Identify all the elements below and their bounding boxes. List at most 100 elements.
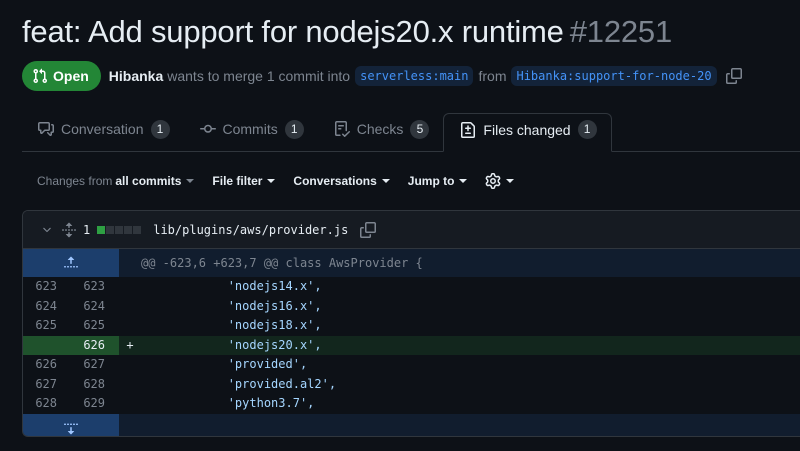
pr-title-text: feat: Add support for nodejs20.x runtime: [22, 14, 564, 49]
line-content: 'provided',: [141, 357, 308, 371]
tab-files-changed[interactable]: Files changed 1: [443, 113, 612, 152]
line-content: 'nodejs18.x',: [141, 318, 322, 332]
diff-sign: [119, 316, 141, 336]
tab-commits-label: Commits: [222, 121, 278, 137]
file-path[interactable]: lib/plugins/aws/provider.js: [153, 223, 348, 237]
new-line-number[interactable]: 625: [71, 316, 119, 336]
new-line-number[interactable]: 627: [71, 355, 119, 375]
old-line-number[interactable]: 626: [23, 355, 71, 375]
pr-tabs: Conversation 1 Commits 1 Checks 5 Files …: [22, 113, 800, 152]
diff-line: 624 624 'nodejs16.x',: [23, 297, 800, 317]
head-branch[interactable]: Hibanka:support-for-node-20: [511, 66, 717, 86]
caret-down-icon: [506, 179, 515, 183]
new-line-number[interactable]: 628: [71, 375, 119, 395]
old-line-number[interactable]: 627: [23, 375, 71, 395]
tab-checks-label: Checks: [356, 121, 404, 137]
new-line-number[interactable]: 624: [71, 297, 119, 317]
changes-from-prefix: Changes from: [37, 174, 113, 188]
tab-checks-count: 5: [410, 119, 430, 139]
diff-line-added: 626 + 'nodejs20.x',: [23, 335, 800, 355]
diff-sign: [119, 277, 141, 297]
old-line-number[interactable]: [23, 335, 71, 355]
status-label: Open: [53, 68, 89, 84]
jump-to-dropdown[interactable]: Jump to: [408, 174, 468, 188]
diff-line: 623 623 'nodejs14.x',: [23, 277, 800, 297]
diff-sign: [119, 394, 141, 414]
line-content: 'nodejs14.x',: [141, 279, 322, 293]
pr-title: feat: Add support for nodejs20.x runtime…: [22, 14, 672, 50]
gear-icon: [486, 173, 501, 189]
changes-from-value: all commits: [115, 174, 182, 188]
old-line-number[interactable]: 624: [23, 297, 71, 317]
caret-down-icon: [186, 179, 195, 183]
copy-icon: [725, 68, 742, 84]
diff-toolbar: Changes from all commits File filter Con…: [37, 170, 515, 192]
diffstat-neutral-block: [133, 225, 142, 234]
file-filter-dropdown[interactable]: File filter: [212, 174, 276, 188]
diff-settings-button[interactable]: [485, 173, 515, 189]
diff-sign: +: [126, 337, 134, 352]
diff-code: @@ -623,6 +623,7 @@ class AwsProvider { …: [23, 249, 800, 436]
changes-from-dropdown[interactable]: Changes from all commits: [37, 174, 195, 188]
diff-line: 625 625 'nodejs18.x',: [23, 316, 800, 336]
fold-down-icon: [64, 423, 78, 434]
pr-meta: Open Hibanka wants to merge 1 commit int…: [22, 61, 742, 91]
comment-discussion-icon: [38, 122, 54, 136]
old-line-number[interactable]: 628: [23, 394, 71, 414]
git-commit-icon: [199, 124, 216, 133]
expand-up-button[interactable]: [23, 249, 119, 277]
diffstat-neutral-block: [115, 225, 124, 234]
diff-sign: [119, 355, 141, 375]
status-badge: Open: [22, 61, 101, 91]
tab-conversation-label: Conversation: [61, 121, 144, 137]
diff-line: 626 627 'provided',: [23, 355, 800, 375]
author-link[interactable]: Hibanka: [109, 68, 163, 84]
jump-to-label: Jump to: [407, 174, 455, 188]
line-content: 'provided.al2',: [141, 376, 337, 391]
diffstat: [97, 225, 142, 234]
tab-checks[interactable]: Checks 5: [318, 113, 444, 151]
tab-commits[interactable]: Commits 1: [184, 113, 318, 151]
diffstat-neutral-block: [106, 225, 115, 234]
new-line-number[interactable]: 623: [71, 277, 119, 297]
base-branch[interactable]: serverless:main: [355, 66, 474, 86]
line-content: 'python3.7',: [141, 396, 315, 410]
new-line-number[interactable]: 626: [71, 335, 119, 355]
hunk-header: @@ -623,6 +623,7 @@ class AwsProvider {: [141, 256, 423, 270]
tab-conversation[interactable]: Conversation 1: [22, 113, 184, 151]
file-diff-icon: [461, 121, 476, 138]
new-line-number[interactable]: 629: [71, 394, 119, 414]
caret-down-icon: [267, 179, 276, 183]
pr-number: #12251: [569, 14, 672, 49]
tab-conversation-count: 1: [150, 119, 170, 139]
conversations-label: Conversations: [293, 174, 377, 188]
tab-commits-count: 1: [284, 119, 304, 139]
hunk-header-row: @@ -623,6 +623,7 @@ class AwsProvider {: [23, 249, 800, 277]
copy-icon: [360, 221, 377, 238]
fold-up-icon: [64, 256, 78, 268]
expand-down-button[interactable]: [23, 413, 119, 436]
old-line-number[interactable]: 623: [23, 277, 71, 297]
diffstat-neutral-block: [124, 225, 133, 234]
conversations-dropdown[interactable]: Conversations: [293, 174, 390, 188]
old-line-number[interactable]: 625: [23, 316, 71, 336]
file-header: 1 lib/plugins/aws/provider.js: [23, 211, 800, 249]
caret-down-icon: [381, 179, 390, 183]
git-pull-request-icon: [33, 68, 48, 84]
from-text: from: [478, 68, 507, 84]
copy-branch-button[interactable]: [725, 68, 742, 84]
line-content: 'nodejs20.x',: [141, 337, 322, 352]
tab-files-changed-count: 1: [577, 120, 597, 139]
diffstat-add-block: [97, 225, 106, 234]
merge-text: wants to merge 1 commit into: [167, 68, 351, 84]
expand-down-row: [23, 413, 800, 436]
copy-path-button[interactable]: [360, 221, 377, 238]
chevron-down-icon[interactable]: [41, 224, 53, 236]
file-filter-label: File filter: [212, 174, 263, 188]
diff-sign: [119, 297, 141, 317]
file-change-count: 1: [83, 222, 91, 237]
file-diff: 1 lib/plugins/aws/provider.js @@ -623,6 …: [22, 210, 800, 437]
diff-line: 627 628 'provided.al2',: [23, 375, 800, 395]
tab-files-changed-label: Files changed: [483, 121, 571, 138]
unfold-icon[interactable]: [61, 222, 77, 238]
